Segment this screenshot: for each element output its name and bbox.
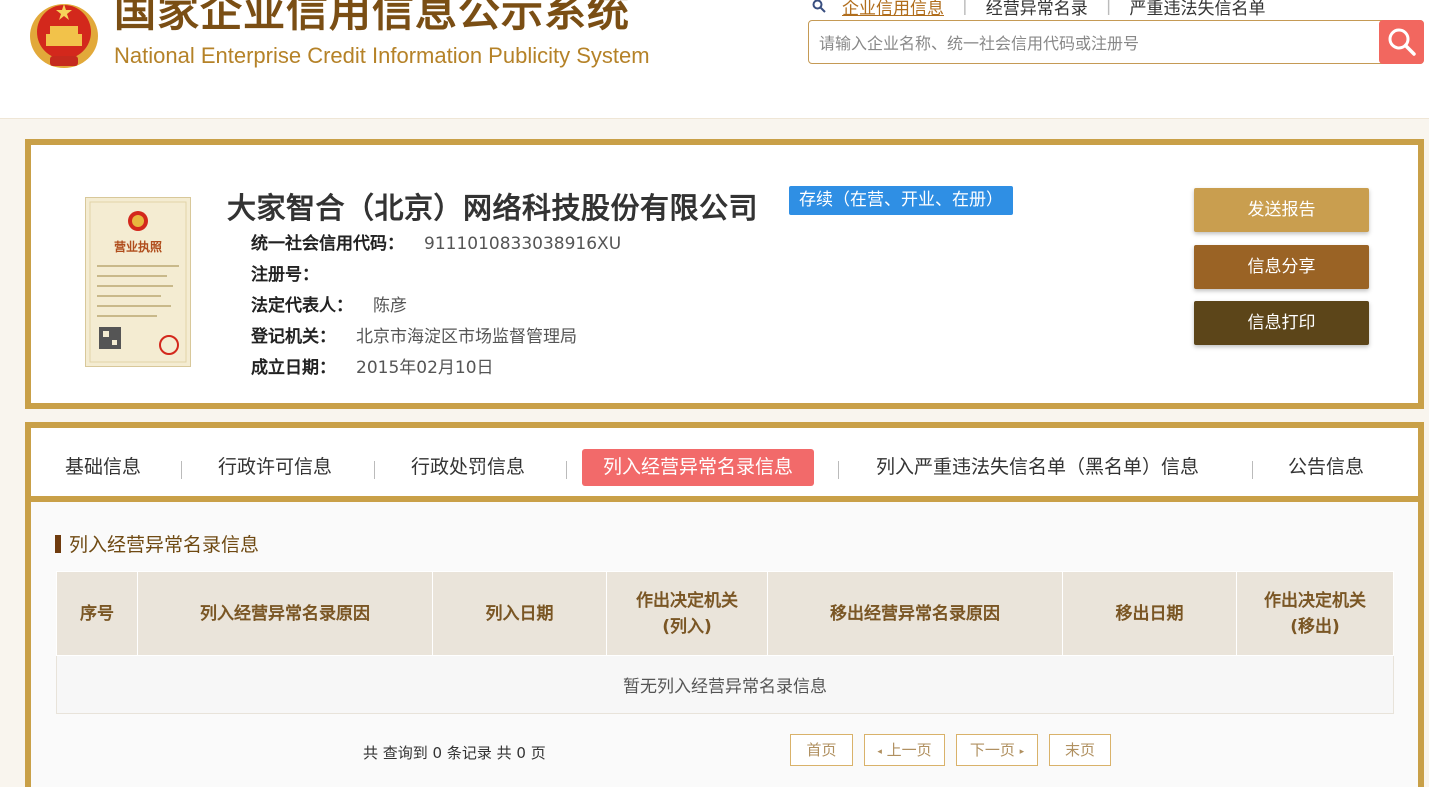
tab-bar: 基础信息 行政许可信息 行政处罚信息 列入经营异常名录信息 列入严重违法失信名单… xyxy=(31,428,1418,502)
next-page-label: 下一页 xyxy=(969,741,1015,759)
field-establishment-date: 成立日期： 2015年02月10日 xyxy=(251,353,621,384)
column-header-removal-date: 移出日期 xyxy=(1062,571,1237,656)
search-button[interactable] xyxy=(1379,20,1424,64)
license-title: 营业执照 xyxy=(114,239,162,254)
tab-divider xyxy=(838,461,839,479)
send-report-button[interactable]: 发送报告 xyxy=(1194,188,1369,232)
field-value: 2015年02月10日 xyxy=(356,358,494,378)
site-title-english: National Enterprise Credit Information P… xyxy=(114,43,650,68)
search-box xyxy=(808,20,1424,64)
column-header-removal-reason: 移出经营异常名录原因 xyxy=(767,571,1063,656)
company-name: 大家智合（北京）网络科技股份有限公司 xyxy=(227,191,759,225)
site-title-chinese: 国家企业信用信息公示系统 xyxy=(114,0,631,36)
column-header-listing-authority: 作出决定机关 (列入) xyxy=(606,571,768,656)
first-page-button[interactable]: 首页 xyxy=(790,734,853,766)
next-page-button[interactable]: 下一页 ▸ xyxy=(956,734,1038,766)
record-count: 共 查询到 0 条记录 共 0 页 xyxy=(363,744,546,762)
field-registration-number: 注册号： xyxy=(251,260,621,291)
main-content: 营业执照 大家智合（北京）网络科技股份有限公司 存续（在营、开业、在册） 统一社… xyxy=(0,119,1429,787)
last-page-button[interactable]: 末页 xyxy=(1049,734,1111,766)
section-title: 列入经营异常名录信息 xyxy=(55,532,259,558)
tab-basic-info[interactable]: 基础信息 xyxy=(65,449,141,486)
nav-divider: | xyxy=(962,0,968,16)
section-title-text: 列入经营异常名录信息 xyxy=(69,534,260,556)
field-value: 9111010833038916XU xyxy=(424,234,622,254)
field-legal-representative: 法定代表人： 陈彦 xyxy=(251,291,621,322)
caret-left-icon: ◂ xyxy=(877,747,882,757)
tab-divider xyxy=(1252,461,1253,479)
tab-blacklist-info[interactable]: 列入严重违法失信名单（黑名单）信息 xyxy=(876,449,1199,486)
field-credit-code: 统一社会信用代码： 9111010833038916XU xyxy=(251,229,621,260)
nav-enterprise-credit-info[interactable]: 企业信用信息 xyxy=(842,0,944,19)
field-value: 北京市海淀区市场监督管理局 xyxy=(356,327,577,347)
share-info-button[interactable]: 信息分享 xyxy=(1194,245,1369,289)
empty-table-message: 暂无列入经营异常名录信息 xyxy=(56,655,1394,714)
column-header-listing-reason: 列入经营异常名录原因 xyxy=(137,571,433,656)
top-nav: 企业信用信息 | 经营异常名录 | 严重违法失信名单 xyxy=(812,0,1265,19)
field-label: 法定代表人： xyxy=(251,296,353,316)
field-label: 注册号： xyxy=(251,265,319,285)
column-header-removal-authority: 作出决定机关 (移出) xyxy=(1236,571,1394,656)
table-header-row: 序号 列入经营异常名录原因 列入日期 作出决定机关 (列入) 移出经营异常名录原… xyxy=(56,571,1394,656)
field-registration-authority: 登记机关： 北京市海淀区市场监督管理局 xyxy=(251,322,621,353)
search-icon xyxy=(812,0,826,13)
section-title-marker xyxy=(55,535,61,553)
prev-page-button[interactable]: ◂ 上一页 xyxy=(864,734,945,766)
field-label: 登记机关： xyxy=(251,327,336,347)
field-label: 统一社会信用代码： xyxy=(251,234,404,254)
tab-divider xyxy=(181,461,182,479)
business-license-image: 营业执照 xyxy=(85,197,191,367)
tab-admin-penalty-info[interactable]: 行政处罚信息 xyxy=(411,449,525,486)
caret-right-icon: ▸ xyxy=(1019,747,1025,757)
status-badge: 存续（在营、开业、在册） xyxy=(789,186,1013,215)
company-info-card: 营业执照 大家智合（北京）网络科技股份有限公司 存续（在营、开业、在册） 统一社… xyxy=(25,139,1424,409)
field-value: 陈彦 xyxy=(373,296,407,316)
tabs-card: 基础信息 行政许可信息 行政处罚信息 列入经营异常名录信息 列入严重违法失信名单… xyxy=(25,422,1424,787)
national-emblem-icon xyxy=(30,4,98,68)
print-info-button[interactable]: 信息打印 xyxy=(1194,301,1369,345)
nav-divider: | xyxy=(1105,0,1112,16)
tab-divider xyxy=(374,461,375,479)
nav-abnormal-operation-list[interactable]: 经营异常名录 xyxy=(986,0,1088,19)
site-header: 国家企业信用信息公示系统 National Enterprise Credit … xyxy=(0,0,1429,119)
tab-abnormal-operation-info[interactable]: 列入经营异常名录信息 xyxy=(582,449,815,486)
abnormal-list-table: 序号 列入经营异常名录原因 列入日期 作出决定机关 (列入) 移出经营异常名录原… xyxy=(56,571,1394,714)
tab-announcement-info[interactable]: 公告信息 xyxy=(1288,449,1364,486)
nav-serious-violation-list[interactable]: 严重违法失信名单 xyxy=(1129,0,1265,19)
field-label: 成立日期： xyxy=(251,358,336,378)
prev-page-label: 上一页 xyxy=(886,741,932,759)
tab-admin-license-info[interactable]: 行政许可信息 xyxy=(218,449,332,486)
column-header-index: 序号 xyxy=(56,571,138,656)
tab-divider xyxy=(566,461,567,479)
table-row: 暂无列入经营异常名录信息 xyxy=(56,655,1394,714)
magnifier-icon xyxy=(1388,28,1416,56)
search-input[interactable] xyxy=(817,27,1381,59)
company-fields: 统一社会信用代码： 9111010833038916XU 注册号： 法定代表人： 陈… xyxy=(251,229,621,384)
column-header-listing-date: 列入日期 xyxy=(432,571,607,656)
